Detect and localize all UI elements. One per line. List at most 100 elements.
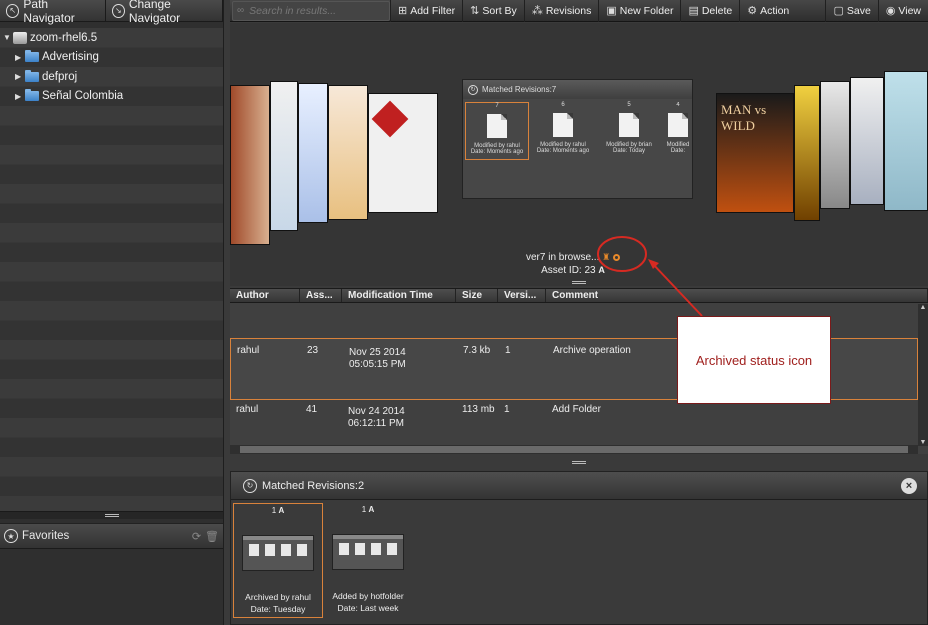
tab-change-navigator[interactable]: ↘ Change Navigator <box>106 0 223 25</box>
change-navigator-icon: ↘ <box>112 3 125 18</box>
revision-item[interactable]: 5 Modified by brian Date: Today <box>597 102 661 160</box>
search-input[interactable] <box>249 4 370 17</box>
folder-icon <box>25 69 39 82</box>
revision-date: Date: Last week <box>337 603 399 613</box>
collapse-triangle-icon[interactable]: ▶ <box>15 72 22 81</box>
thumbnail-card[interactable] <box>298 83 328 223</box>
document-icon <box>487 114 507 138</box>
action-button[interactable]: ⚙ Action <box>739 0 796 22</box>
tree-node-senal-colombia[interactable]: ▶ Señal Colombia <box>0 87 223 107</box>
brand-logo-icon <box>371 100 409 138</box>
thumbnail-card[interactable] <box>328 85 368 220</box>
asset-id: Asset ID: 23 <box>541 265 596 276</box>
cell-date: Nov 24 2014 <box>348 406 405 417</box>
thumbnail-card[interactable] <box>884 71 928 211</box>
tab-path-navigator-label: Path Navigator <box>23 0 75 25</box>
search-box[interactable]: ∞ <box>232 0 390 21</box>
table-horizontal-scrollbar[interactable] <box>230 445 918 454</box>
thumbnail-card[interactable] <box>368 93 438 213</box>
document-icon <box>553 113 573 137</box>
revision-action: Added by hotfolder <box>332 591 404 601</box>
revision-date: Date: Tuesday <box>250 604 306 614</box>
revision-number: 6 <box>561 102 565 108</box>
new-folder-button[interactable]: ▣ New Folder <box>598 0 680 22</box>
revisions-button[interactable]: ⁂ Revisions <box>523 0 599 22</box>
delete-button[interactable]: ▤ Delete <box>680 0 739 22</box>
tree-node-server[interactable]: ▼ zoom-rhel6.5 <box>0 28 223 48</box>
revision-date: Date: Moments ago <box>470 149 524 155</box>
trash-icon[interactable]: 🗑 <box>205 530 219 543</box>
archived-status-icon[interactable] <box>613 253 621 261</box>
thumbnail-card[interactable] <box>794 85 820 221</box>
thumbnail-card[interactable]: MAN vs WILD <box>716 93 794 213</box>
column-header-version[interactable]: Versi... <box>498 289 546 302</box>
column-header-size[interactable]: Size <box>456 289 498 302</box>
gear-icon: ⚙ <box>747 5 758 17</box>
add-filter-button[interactable]: ⊞ Add Filter <box>390 0 462 22</box>
matched-revisions-header: ↻ Matched Revisions:2 × <box>231 472 927 500</box>
tree-node-label: defproj <box>42 70 78 83</box>
asset-name[interactable]: ver7 in browse... <box>526 252 599 263</box>
hotfolder-icon: ♜ <box>602 252 611 262</box>
add-filter-label: Add Filter <box>410 4 456 17</box>
cell-author: rahul <box>236 404 259 415</box>
grip-icon <box>104 514 119 517</box>
tree-node-defproj[interactable]: ▶ defproj <box>0 67 223 87</box>
revision-thumbnail <box>332 534 404 570</box>
scroll-up-icon[interactable]: ▲ <box>918 304 928 311</box>
tree-node-label: Advertising <box>42 51 99 64</box>
cell-version: 1 <box>505 345 511 356</box>
collapse-triangle-icon[interactable]: ▶ <box>15 92 22 101</box>
save-icon: ▢ <box>833 5 844 17</box>
revisions-icon: ⁂ <box>531 5 543 17</box>
save-button[interactable]: ▢ Save <box>825 0 877 22</box>
popup-title: Matched Revisions:7 <box>482 85 557 94</box>
table-splitter[interactable] <box>230 461 928 467</box>
favorites-header: ★ Favorites ⟳ 🗑 <box>0 523 223 549</box>
revision-item[interactable]: 4 Modified Date: <box>663 102 693 160</box>
annotation-callout: Archived status icon <box>677 316 831 404</box>
tab-change-navigator-label: Change Navigator <box>128 0 181 25</box>
thumbnail-card[interactable] <box>820 81 850 209</box>
table-row[interactable]: rahul 41 Nov 24 2014 06:12:11 PM 113 mb … <box>230 404 918 438</box>
card-title: MAN vs WILD <box>721 102 767 133</box>
close-icon[interactable]: × <box>901 477 917 494</box>
app-window: ↖ Path Navigator ↘ Change Navigator ▼ zo… <box>0 0 928 625</box>
viewer-splitter[interactable] <box>230 281 928 287</box>
action-label: Action <box>760 4 790 17</box>
revision-number: 4 <box>676 102 680 108</box>
sort-by-button[interactable]: ⇅ Sort By <box>462 0 524 22</box>
collapse-triangle-icon[interactable]: ▶ <box>15 53 22 62</box>
scroll-thumb[interactable] <box>240 446 908 453</box>
matched-revision-card[interactable]: 1 A Archived by rahul Date: Tuesday <box>233 503 323 618</box>
cell-modification-time: Nov 24 2014 06:12:11 PM <box>342 404 456 438</box>
thumbnail-card[interactable] <box>850 77 884 205</box>
refresh-icon[interactable]: ⟳ <box>192 530 201 543</box>
tab-path-navigator[interactable]: ↖ Path Navigator <box>0 0 106 25</box>
sort-icon: ⇅ <box>470 5 480 17</box>
column-header-author[interactable]: Author <box>230 289 300 302</box>
left-splitter[interactable] <box>0 511 223 519</box>
matched-revision-card[interactable]: 1 A Added by hotfolder Date: Last week <box>323 503 413 618</box>
revision-date: Date: <box>670 148 686 154</box>
new-folder-label: New Folder <box>619 4 674 17</box>
favorites-label: Favorites <box>22 530 70 542</box>
column-header-modification-time[interactable]: Modification Time <box>342 289 456 302</box>
revision-item[interactable]: 6 Modified by rahul Date: Moments ago <box>531 102 595 160</box>
view-button[interactable]: ◉ View <box>877 0 928 22</box>
star-icon: ★ <box>4 529 18 543</box>
font-asset-icon: A <box>368 505 375 514</box>
grip-icon <box>572 281 586 284</box>
folder-icon <box>25 89 39 102</box>
scroll-down-icon[interactable]: ▼ <box>918 439 928 446</box>
thumbnail-card[interactable] <box>270 81 298 231</box>
thumbnail-card[interactable] <box>230 85 270 245</box>
tree-node-advertising[interactable]: ▶ Advertising <box>0 48 223 68</box>
expand-triangle-icon[interactable]: ▼ <box>3 33 11 42</box>
table-vertical-scrollbar[interactable]: ▲ ▼ <box>918 304 928 446</box>
column-header-comment[interactable]: Comment <box>546 289 928 302</box>
revision-item[interactable]: 7 Modified by rahul Date: Moments ago <box>465 102 529 160</box>
revision-number: 5 <box>627 102 631 108</box>
column-header-asset[interactable]: Ass... <box>300 289 342 302</box>
cell-author: rahul <box>237 345 260 356</box>
